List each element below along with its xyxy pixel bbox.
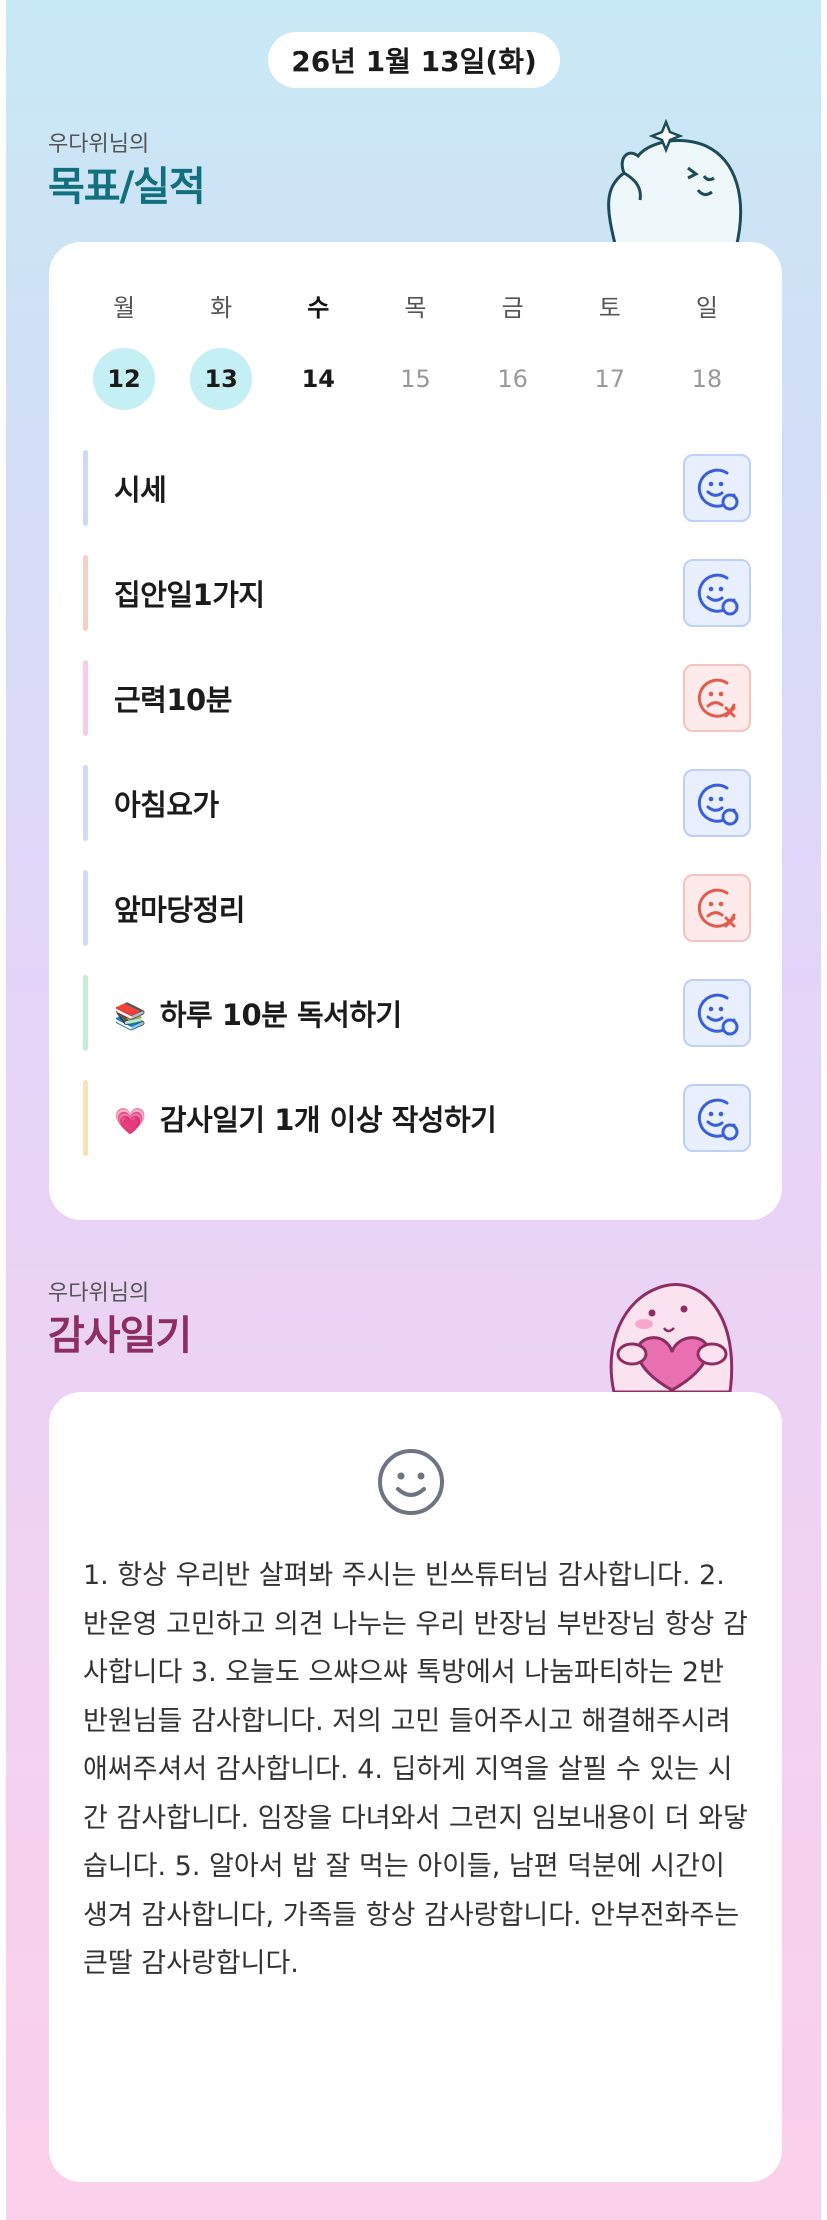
- date-pill[interactable]: 26년 1월 13일(화): [268, 32, 560, 88]
- weekday-row: 월 화 수 목 금 토 일: [49, 288, 782, 323]
- weekday-sat: 토: [598, 294, 621, 322]
- goal-status-missed-button[interactable]: [683, 664, 751, 732]
- gratitude-diary-text: 1. 항상 우리반 살펴봐 주시는 빈쓰튜터님 감사합니다. 2. 반운영 고민…: [83, 1560, 748, 1979]
- goals-card: 월 화 수 목 금 토 일 12 13 14 15 16 17 18 시세 집안…: [49, 242, 782, 1220]
- goal-label: 💗 감사일기 1개 이상 작성하기: [114, 1103, 497, 1137]
- goal-accent-bar: [83, 1080, 88, 1156]
- smile-check-icon: [697, 573, 739, 616]
- books-icon: 📚: [114, 1002, 146, 1032]
- goal-label: 시세: [114, 473, 167, 507]
- smile-check-icon: [697, 783, 739, 826]
- smile-check-icon: [697, 993, 739, 1036]
- weekday-mon: 월: [112, 294, 136, 322]
- goal-status-done-button[interactable]: [683, 454, 751, 522]
- weekday-tue: 화: [210, 294, 233, 322]
- goals-section-title: 목표/실적: [48, 164, 206, 210]
- ghost-mascot-icon: [607, 118, 743, 248]
- diary-section-title: 감사일기: [48, 1313, 192, 1359]
- goal-row[interactable]: 앞마당정리: [83, 870, 751, 946]
- date-row: 12 13 14 15 16 17 18: [49, 348, 782, 410]
- weekday-sun: 일: [695, 294, 718, 322]
- goal-accent-bar: [83, 870, 88, 946]
- date-18[interactable]: 18: [676, 348, 738, 410]
- sad-x-icon: [697, 678, 736, 718]
- goal-status-missed-button[interactable]: [683, 874, 751, 942]
- heart-mascot-icon: [609, 1283, 734, 1392]
- weekday-wed: 수: [307, 294, 330, 322]
- goal-label: 집안일1가지: [114, 578, 265, 612]
- goal-status-done-button[interactable]: [683, 979, 751, 1047]
- goal-accent-bar: [83, 660, 88, 736]
- goal-accent-bar: [83, 450, 88, 526]
- goal-row[interactable]: 📚 하루 10분 독서하기: [83, 975, 751, 1051]
- goal-label: 앞마당정리: [114, 893, 245, 927]
- smiley-icon: [378, 1449, 444, 1515]
- weekday-thu: 목: [404, 294, 427, 322]
- goal-label: 아침요가: [114, 788, 219, 822]
- goal-row[interactable]: 시세: [83, 450, 751, 526]
- diary-card: 1. 항상 우리반 살펴봐 주시는 빈쓰튜터님 감사합니다. 2. 반운영 고민…: [49, 1392, 782, 2182]
- goal-status-done-button[interactable]: [683, 1084, 751, 1152]
- goal-status-done-button[interactable]: [683, 769, 751, 837]
- goal-accent-bar: [83, 975, 88, 1051]
- goal-accent-bar: [83, 765, 88, 841]
- goal-label: 📚 하루 10분 독서하기: [114, 998, 402, 1032]
- date-16[interactable]: 16: [482, 348, 544, 410]
- heart-icon: 💗: [114, 1107, 146, 1137]
- goal-row[interactable]: 아침요가: [83, 765, 751, 841]
- smile-check-icon: [697, 1098, 739, 1141]
- date-14[interactable]: 14: [287, 348, 349, 410]
- goal-row[interactable]: 집안일1가지: [83, 555, 751, 631]
- goal-label: 근력10분: [114, 683, 232, 717]
- goal-row[interactable]: 근력10분: [83, 660, 751, 736]
- goal-row[interactable]: 💗 감사일기 1개 이상 작성하기: [83, 1080, 751, 1156]
- date-12[interactable]: 12: [93, 348, 155, 410]
- date-13[interactable]: 13: [190, 348, 253, 410]
- weekday-fri: 금: [501, 294, 524, 322]
- goal-status-done-button[interactable]: [683, 559, 751, 627]
- date-15[interactable]: 15: [384, 348, 446, 410]
- goal-accent-bar: [83, 555, 88, 631]
- date-17[interactable]: 17: [579, 348, 641, 410]
- sad-x-icon: [697, 888, 736, 928]
- page: 26년 1월 13일(화) 우다위님의 목표/실적 월 화 수 목 금 토 일 …: [6, 0, 821, 2220]
- smile-check-icon: [697, 468, 739, 511]
